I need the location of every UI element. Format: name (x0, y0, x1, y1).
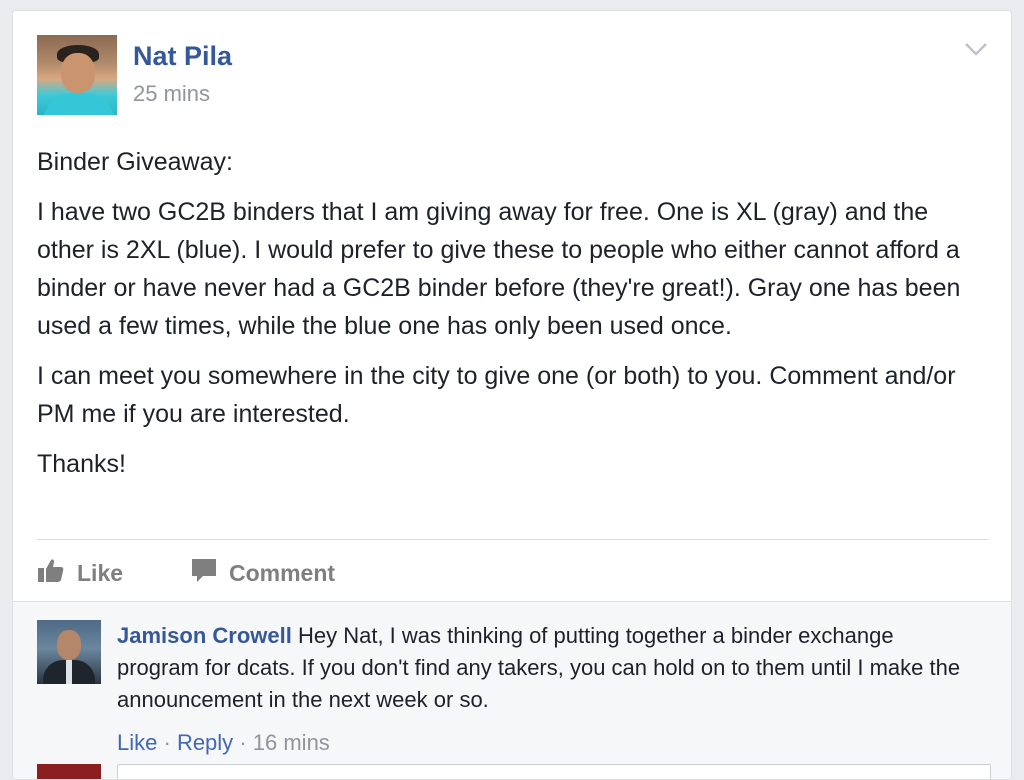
comment-label: Comment (229, 559, 336, 586)
like-button[interactable]: Like (37, 555, 123, 591)
comment-like-link[interactable]: Like (117, 730, 157, 755)
meta-separator: · (239, 730, 247, 755)
chevron-down-icon[interactable] (963, 39, 989, 59)
avatar-face (61, 53, 95, 93)
avatar-tie (66, 660, 72, 684)
avatar-face (57, 630, 81, 660)
commenter-avatar[interactable] (37, 620, 101, 684)
current-user-avatar (37, 764, 101, 779)
post-timestamp[interactable]: 25 mins (133, 81, 210, 107)
comment-meta: Like · Reply · 16 mins (117, 730, 330, 756)
comment-reply-link[interactable]: Reply (177, 730, 233, 755)
post-card: Nat Pila 25 mins Binder Giveaway: I have… (12, 10, 1012, 780)
post-paragraph: Binder Giveaway: (37, 148, 233, 176)
divider (37, 539, 989, 540)
author-avatar[interactable] (37, 35, 117, 115)
meta-separator: · (163, 730, 171, 755)
post-paragraph: I can meet you somewhere in the city to … (37, 362, 956, 428)
like-label: Like (77, 559, 124, 586)
avatar-shirt (43, 93, 115, 115)
speech-bubble-icon (191, 557, 217, 589)
post-author-name[interactable]: Nat Pila (133, 41, 232, 72)
commenter-name[interactable]: Jamison Crowell (117, 623, 292, 648)
post-paragraph: I have two GC2B binders that I am giving… (37, 198, 961, 340)
comment-body: Jamison Crowell Hey Nat, I was thinking … (117, 620, 977, 716)
post-paragraph: Thanks! (37, 450, 126, 478)
post-body: Binder Giveaway: I have two GC2B binders… (37, 143, 987, 495)
thumbs-up-icon (37, 557, 65, 589)
comment-button[interactable]: Comment (191, 555, 335, 591)
reply-input[interactable] (117, 764, 991, 779)
comment-timestamp[interactable]: 16 mins (253, 730, 330, 755)
comments-section: Jamison Crowell Hey Nat, I was thinking … (13, 601, 1011, 779)
